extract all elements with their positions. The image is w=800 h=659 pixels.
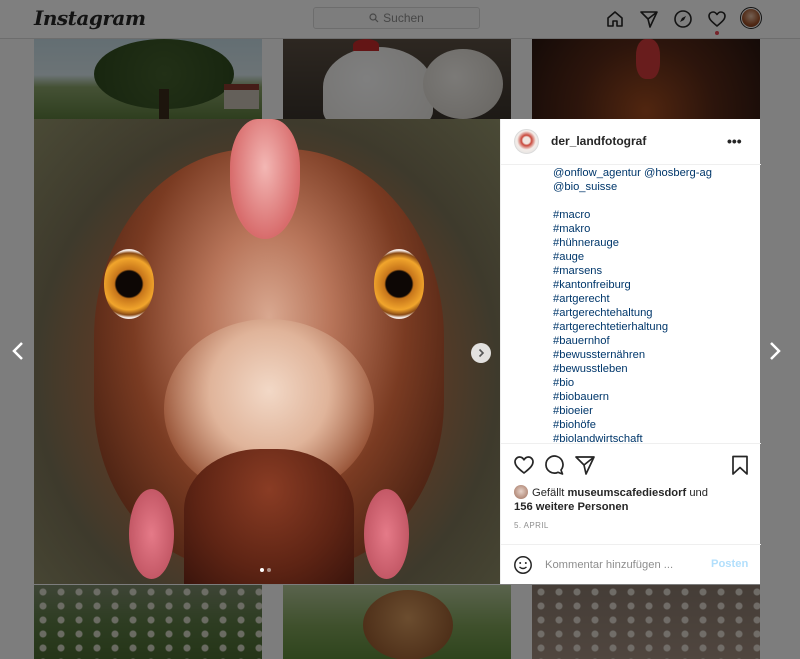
author-avatar[interactable] [514, 129, 539, 154]
likes-prefix: Gefällt [532, 487, 565, 499]
caption-hashtag-link[interactable]: #biobauern [553, 390, 753, 404]
caption-hashtag-link[interactable]: #hühnerauge [553, 236, 753, 250]
liker-avatar[interactable] [514, 485, 528, 499]
carousel-next-icon[interactable] [471, 343, 491, 363]
save-bookmark-icon[interactable] [729, 454, 751, 476]
post-comment-button[interactable]: Posten [711, 558, 748, 570]
caption-hashtag-link[interactable]: #bio [553, 376, 753, 390]
caption-hashtag-link[interactable]: #bauernhof [553, 334, 753, 348]
caption-mention-link[interactable]: @onflow_agentur @hosberg-ag [553, 166, 753, 180]
caption-mention-link[interactable]: @bio_suisse [553, 180, 753, 194]
post-header: der_landfotograf ••• [501, 119, 761, 165]
next-post-arrow-icon[interactable] [767, 340, 783, 362]
caption-hashtag-link[interactable]: #artgerecht [553, 292, 753, 306]
post-modal: der_landfotograf ••• @onflow_agentur @ho… [34, 119, 761, 584]
carousel-dot-active [260, 568, 264, 572]
likes-connector: und [689, 487, 708, 499]
caption-hashtag-link[interactable]: #marsens [553, 264, 753, 278]
liker-username[interactable]: museumscafediesdorf [567, 487, 686, 499]
caption-hashtag-link[interactable]: #kantonfreiburg [553, 278, 753, 292]
caption-hashtag-link[interactable]: #bewussternähren [553, 348, 753, 362]
likes-others-link[interactable]: 156 weitere Personen [514, 501, 628, 513]
caption-hashtag-link[interactable]: #bewusstleben [553, 362, 753, 376]
post-sidebar: der_landfotograf ••• @onflow_agentur @ho… [500, 119, 761, 584]
caption-hashtag-link[interactable]: #biolandwirtschaft [553, 432, 753, 443]
caption-hashtag-link[interactable]: #auge [553, 250, 753, 264]
post-date[interactable]: 5. APRIL [514, 521, 549, 530]
share-paper-plane-icon[interactable] [574, 454, 596, 476]
action-bar [501, 443, 761, 483]
chicken-eye-left [104, 249, 154, 319]
caption-hashtag-link[interactable]: #biohöfe [553, 418, 753, 432]
caption-text: @onflow_agentur @hosberg-ag @bio_suisse #m… [553, 166, 753, 443]
like-heart-icon[interactable] [513, 454, 535, 476]
comment-input[interactable] [545, 557, 695, 573]
carousel-indicator [260, 568, 271, 572]
post-photo-chicken[interactable] [34, 119, 500, 584]
caption-hashtag-link[interactable]: #artgerechtetierhaltung [553, 320, 753, 334]
caption-hashtag-link[interactable]: #makro [553, 222, 753, 236]
comment-bar: Posten [501, 544, 761, 584]
author-username[interactable]: der_landfotograf [551, 134, 646, 148]
caption-scroll-area[interactable]: @onflow_agentur @hosberg-ag @bio_suisse #m… [501, 165, 761, 443]
previous-post-arrow-icon[interactable] [10, 340, 26, 362]
chicken-eye-right [374, 249, 424, 319]
emoji-smiley-icon[interactable] [513, 555, 533, 575]
more-options-icon[interactable]: ••• [727, 133, 742, 149]
caption-hashtag-link[interactable]: #macro [553, 208, 753, 222]
caption-hashtag-link[interactable]: #bioeier [553, 404, 753, 418]
caption-hashtag-link[interactable]: #artgerechtehaltung [553, 306, 753, 320]
carousel-dot [267, 568, 271, 572]
likes-summary: Gefällt museumscafediesdorf und 156 weit… [514, 485, 754, 514]
comment-bubble-icon[interactable] [543, 454, 565, 476]
